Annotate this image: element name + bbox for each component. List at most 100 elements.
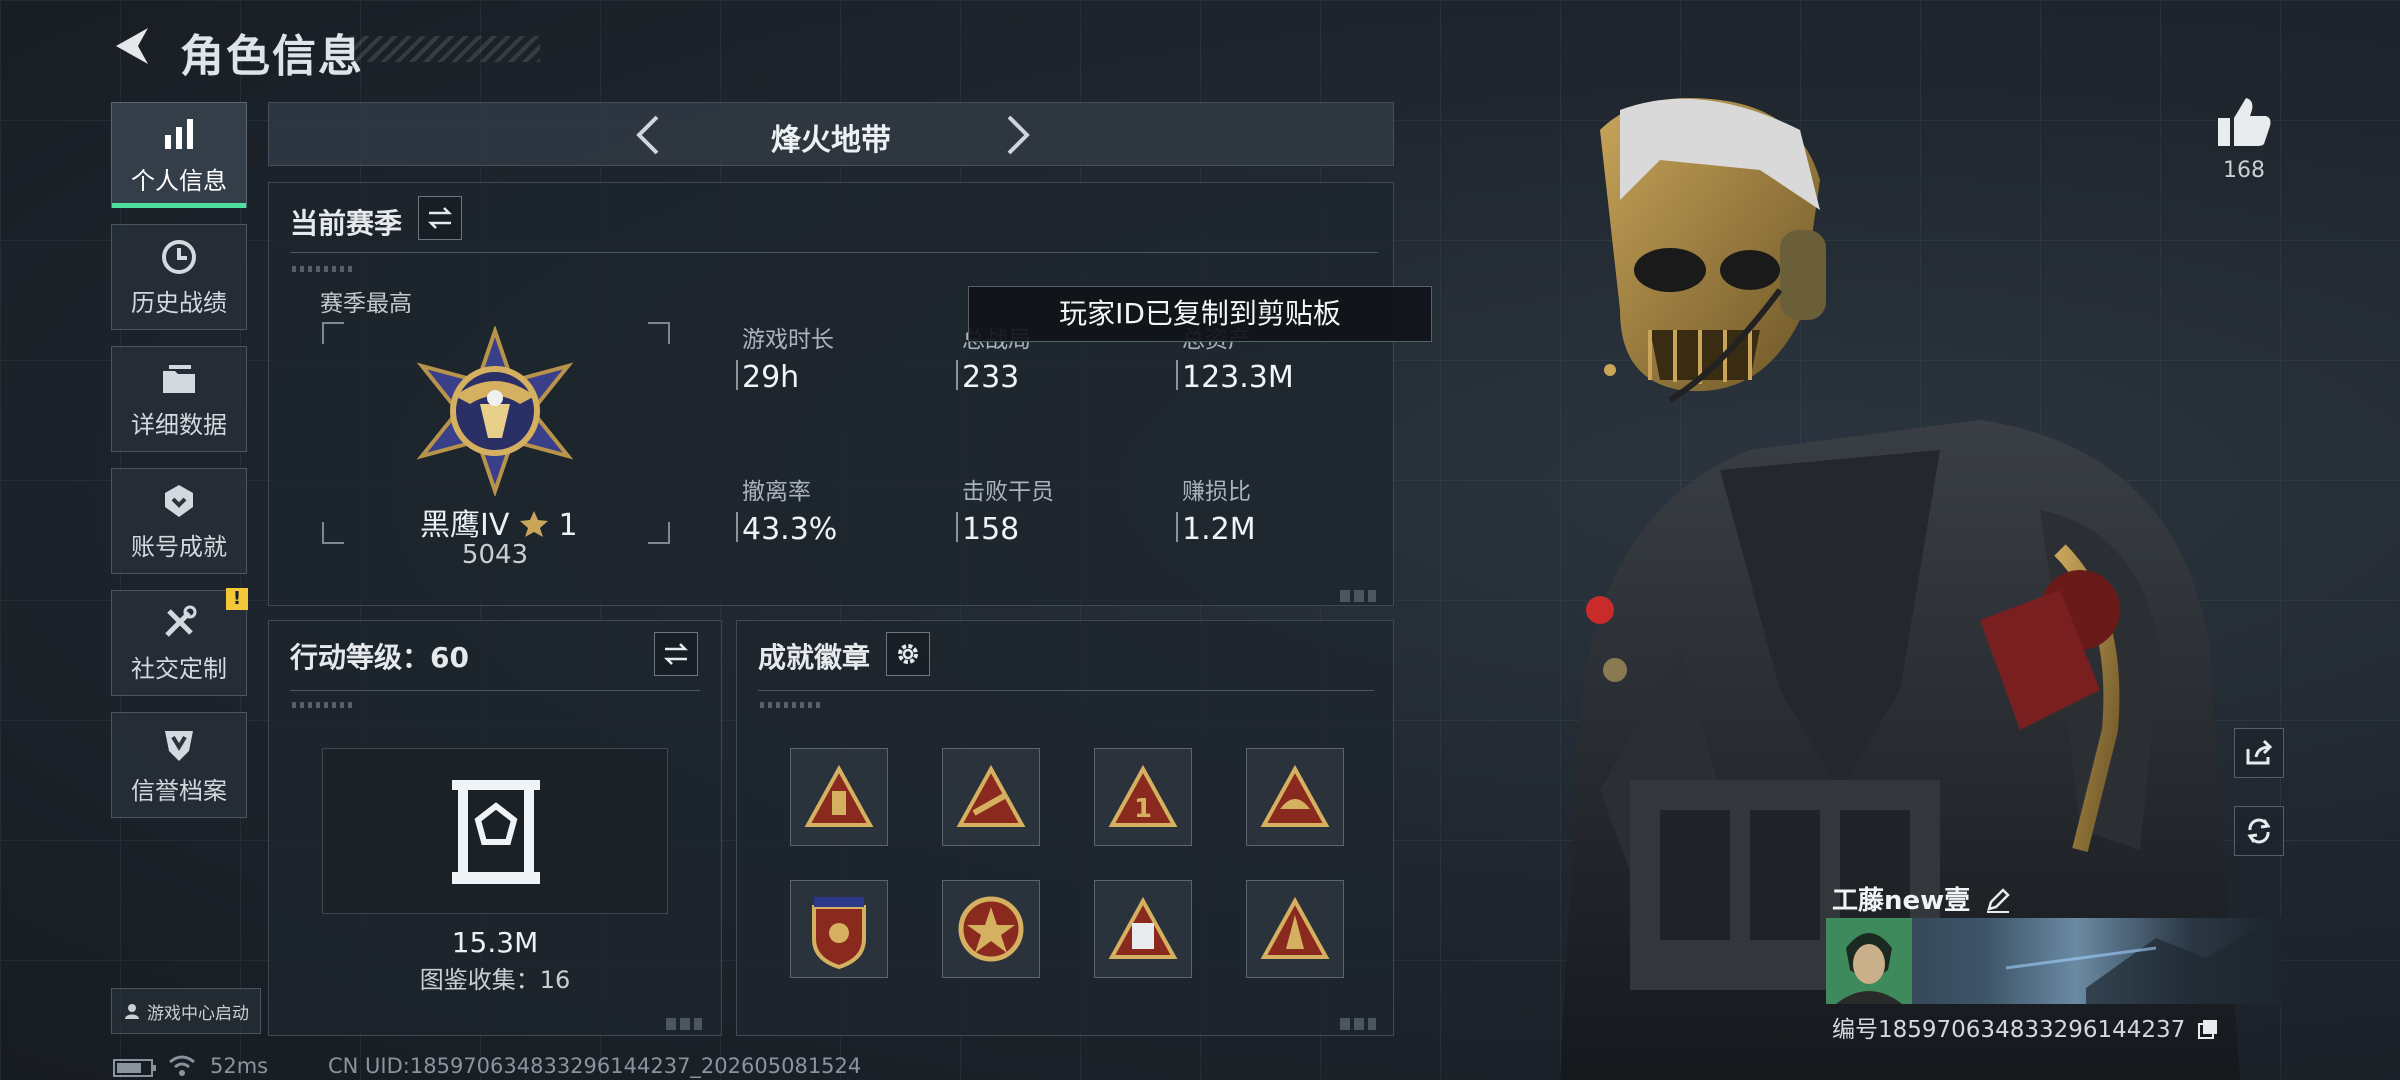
nav-item-achievements[interactable]: 账号成就 <box>111 468 247 574</box>
decor-dash <box>292 266 352 272</box>
stat-value: 158 <box>962 512 1020 547</box>
stat-divider <box>956 512 958 542</box>
stat-label: 游戏时长 <box>742 327 834 353</box>
season-title: 当前赛季 <box>290 207 403 240</box>
nav-label: 历史战绩 <box>131 288 227 317</box>
game-center-launch-button[interactable]: 游戏中心启动 <box>111 988 261 1034</box>
display-case-icon <box>452 780 540 884</box>
player-id-text: 编号1859706348332961442​37 <box>1832 1017 2186 1043</box>
decor-corner <box>1340 590 1376 602</box>
page-title: 角色信息 <box>180 31 364 82</box>
star-icon <box>519 511 548 537</box>
stat-divider <box>1176 360 1178 390</box>
title-decoration <box>350 36 540 62</box>
stat-divider <box>1176 512 1178 542</box>
decor-dash <box>760 702 820 708</box>
divider <box>290 252 1378 253</box>
nav-label: 账号成就 <box>131 532 227 561</box>
uid-text: CN UID:1859706348332961442​37_2026050815… <box>328 1054 862 1078</box>
achievement-badge-7 <box>1108 897 1178 959</box>
swap-icon <box>427 207 453 229</box>
action-level-title: 行动等级：60 <box>290 641 469 674</box>
achievements-settings-button[interactable] <box>886 632 930 676</box>
rank-stars: 1 <box>558 508 578 543</box>
like-count: 168 <box>2223 158 2265 183</box>
battery-icon <box>113 1059 156 1077</box>
stat-label: 击败干员 <box>962 479 1054 505</box>
ping-value: 52ms <box>210 1054 269 1078</box>
mode-selector: 烽火地带 <box>268 102 1394 166</box>
user-icon <box>125 1004 139 1019</box>
gear-icon <box>898 644 918 664</box>
like-icon[interactable] <box>2216 96 2272 148</box>
achievement-badge[interactable] <box>1094 880 1192 978</box>
nav-item-personal-info[interactable]: 个人信息 <box>111 102 247 208</box>
wifi-icon <box>169 1055 195 1076</box>
swap-icon <box>663 643 689 665</box>
season-switch-button[interactable] <box>418 196 462 240</box>
tools-icon <box>165 605 197 637</box>
back-arrow-icon[interactable] <box>108 22 156 70</box>
decor-corner <box>666 1018 702 1030</box>
stat-value: 1.2M <box>1182 512 1256 547</box>
rank-score: 5043 <box>461 540 529 570</box>
achievement-badge-6 <box>958 896 1024 962</box>
achievement-badge[interactable] <box>942 880 1040 978</box>
achievement-badge-4 <box>1260 765 1330 827</box>
player-id: 编号1859706348332961442​37 <box>1832 1010 2219 1044</box>
stat-divider <box>736 360 738 390</box>
achievements-title: 成就徽章 <box>758 641 871 674</box>
clock-icon <box>162 239 196 274</box>
copy-toast: 玩家ID已复制到剪贴板 <box>968 286 1432 342</box>
stat-label: 赚损比 <box>1182 479 1251 505</box>
rank-name-text: 黑鹰IV <box>420 508 510 543</box>
decor-dash <box>292 702 352 708</box>
decor-corner <box>1340 1018 1376 1030</box>
stat-value: 29h <box>742 360 800 395</box>
stat-value: 233 <box>962 360 1020 395</box>
achievement-badge[interactable] <box>1246 748 1344 846</box>
launch-label: 游戏中心启动 <box>147 1003 249 1024</box>
achievement-badge[interactable]: 1 <box>1094 748 1192 846</box>
edit-icon[interactable] <box>1985 887 2011 913</box>
achievement-badge-5 <box>812 897 866 969</box>
nav-label: 个人信息 <box>131 166 227 195</box>
share-button[interactable] <box>2234 728 2284 778</box>
bar-chart-icon <box>165 118 193 149</box>
avatar[interactable] <box>1826 918 1912 1004</box>
collection-count: 图鉴收集：16 <box>419 966 571 994</box>
svg-text:1: 1 <box>1134 794 1152 824</box>
achievement-badge-3: 1 <box>1108 765 1178 827</box>
action-level-value: 15.3M <box>451 926 539 959</box>
stat-divider <box>956 360 958 390</box>
nav-label: 详细数据 <box>131 410 227 439</box>
stat-value: 123.3M <box>1182 360 1294 395</box>
achievement-badge-8 <box>1260 897 1330 959</box>
nav-item-detail-data[interactable]: 详细数据 <box>111 346 247 452</box>
action-level-switch-button[interactable] <box>654 632 698 676</box>
copy-icon[interactable] <box>2197 1018 2219 1040</box>
refresh-icon <box>2247 818 2271 844</box>
nav-item-history[interactable]: 历史战绩 <box>111 224 247 330</box>
chevron-right-icon[interactable] <box>997 113 1037 157</box>
mode-title: 烽火地带 <box>771 123 891 158</box>
achievement-badge[interactable] <box>1246 880 1344 978</box>
achievement-icon <box>165 484 193 517</box>
folder-icon <box>163 364 195 393</box>
rank-emblem-icon <box>416 326 574 496</box>
frame-corner <box>648 322 670 344</box>
rank-name: 黑鹰IV 1 <box>420 500 578 544</box>
divider <box>290 690 700 691</box>
frame-corner <box>322 322 344 344</box>
achievement-badge[interactable] <box>790 880 888 978</box>
player-name: 工藤new壹 <box>1832 880 2011 917</box>
nav-item-reputation[interactable]: 信誉档案 <box>111 712 247 818</box>
achievement-badge[interactable] <box>942 748 1040 846</box>
rotate-button[interactable] <box>2234 806 2284 856</box>
achievement-badge-2 <box>956 765 1026 827</box>
stat-value: 43.3% <box>742 512 838 547</box>
nav-label: 信誉档案 <box>131 776 227 805</box>
avatar-image <box>1826 918 1912 1004</box>
achievement-badge[interactable] <box>790 748 888 846</box>
share-icon <box>2246 739 2273 765</box>
